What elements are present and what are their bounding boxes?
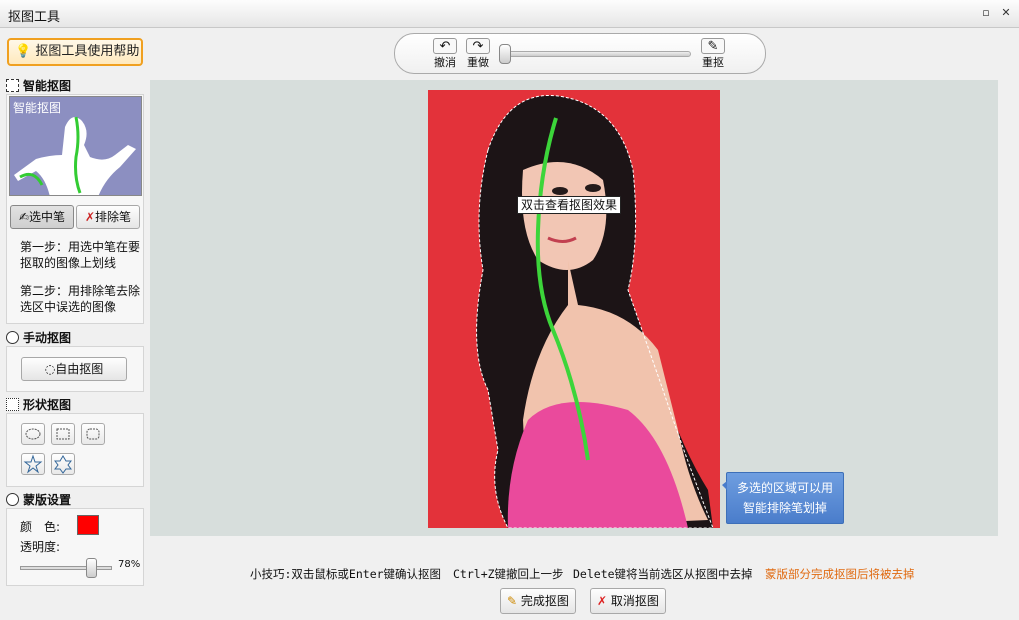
undo-label: 撤消 <box>434 56 456 69</box>
step-one-text: 第一步：用选中笔在要抠取的图像上划线 <box>20 240 141 270</box>
select-pen-label: 选中笔 <box>29 210 66 224</box>
left-sidebar: 💡 抠图工具使用帮助 智能抠图 智能抠图 ✍选中笔 ✗排除笔 第一步：用选中笔在… <box>6 34 146 586</box>
smart-cutout-thumbnail: 智能抠图 <box>9 96 142 196</box>
exclude-pen-button[interactable]: ✗排除笔 <box>76 205 140 229</box>
cancel-icon: ✗ <box>597 594 608 608</box>
free-cutout-button[interactable]: ◌自由抠图 <box>21 357 127 381</box>
smart-select-icon <box>6 79 19 92</box>
select-pen-button[interactable]: ✍选中笔 <box>10 205 74 229</box>
thumb-label: 智能抠图 <box>13 101 62 115</box>
history-toolbar: ↶ 撤消 ↷ 重做 ✎ 重抠 <box>394 33 766 74</box>
opacity-value: 78% <box>118 559 141 570</box>
history-slider-track[interactable] <box>503 51 691 57</box>
portrait-illustration <box>476 94 714 528</box>
opacity-label: 透明度: <box>20 540 61 554</box>
help-button-label: 抠图工具使用帮助 <box>35 44 140 59</box>
rounded-rect-shape-button[interactable] <box>81 423 105 445</box>
mask-color-swatch[interactable] <box>77 515 99 535</box>
cancel-cutout-button[interactable]: ✗ 取消抠图 <box>590 588 666 614</box>
undo-button[interactable]: ↶ 撤消 <box>431 38 459 74</box>
exclude-hint-callout: 多选的区域可以用 智能排除笔划掉 <box>722 472 844 524</box>
close-icon[interactable]: ✕ <box>998 5 1014 21</box>
undo-icon: ↶ <box>433 38 457 54</box>
pin-icon <box>6 331 19 344</box>
star-icon <box>23 454 43 474</box>
maximize-icon[interactable]: ▫ <box>978 5 994 21</box>
mask-color-label: 颜 色: <box>20 520 61 534</box>
exclude-pen-icon: ✗ <box>84 210 96 224</box>
window-title: 抠图工具 <box>8 10 61 25</box>
tip-mask: 蒙版部分完成抠图后将被去掉 <box>765 567 915 581</box>
double-click-tooltip: 双击查看抠图效果 <box>517 196 622 214</box>
manual-heading-text: 手动抠图 <box>23 331 72 345</box>
finish-icon: ✎ <box>507 594 518 608</box>
hexagram-shape-button[interactable] <box>51 453 75 475</box>
shape-cutout-heading: 形状抠图 <box>6 395 146 415</box>
history-slider-thumb[interactable] <box>499 44 511 64</box>
redo-icon: ↷ <box>466 38 490 54</box>
free-cutout-label: 自由抠图 <box>55 362 104 376</box>
ellipse-icon <box>25 428 41 440</box>
shape-select-icon <box>6 398 19 411</box>
step-two-text: 第二步：用排除笔去除选区中误选的图像 <box>20 284 141 314</box>
smart-cutout-heading: 智能抠图 <box>6 76 146 96</box>
star-shape-button[interactable] <box>21 453 45 475</box>
tip-confirm: 小技巧:双击鼠标或Enter键确认抠图 <box>250 567 442 581</box>
finish-cutout-button[interactable]: ✎ 完成抠图 <box>500 588 576 614</box>
smart-heading-text: 智能抠图 <box>23 79 72 93</box>
opacity-slider-track[interactable] <box>20 566 112 570</box>
tip-undo: Ctrl+Z键撤回上一步 <box>453 567 564 581</box>
pen-icon: ✎ <box>701 38 725 54</box>
exclude-pen-label: 排除笔 <box>95 210 132 224</box>
mask-circle-icon <box>6 493 19 506</box>
lightbulb-icon: 💡 <box>15 44 32 59</box>
hint-line-1: 多选的区域可以用 <box>736 481 833 495</box>
photo-image[interactable] <box>428 90 720 528</box>
hint-line-2: 智能排除笔划掉 <box>742 501 827 515</box>
redo-label: 重做 <box>467 56 489 69</box>
tip-delete: Delete键将当前选区从抠图中去掉 <box>573 567 753 581</box>
mask-heading-text: 蒙版设置 <box>23 493 72 507</box>
hexagram-icon <box>54 455 72 474</box>
cancel-label: 取消抠图 <box>610 594 659 608</box>
shape-heading-text: 形状抠图 <box>23 398 72 412</box>
redraw-label: 重抠 <box>702 56 724 69</box>
rectangle-icon <box>56 428 70 440</box>
redo-button[interactable]: ↷ 重做 <box>464 38 492 74</box>
rounded-rectangle-icon <box>86 428 100 440</box>
help-button[interactable]: 💡 抠图工具使用帮助 <box>7 38 143 66</box>
select-pen-icon: ✍ <box>18 210 30 224</box>
mask-settings-heading: 蒙版设置 <box>6 490 146 510</box>
title-bar: 抠图工具 ▫ ✕ <box>0 0 1019 28</box>
rectangle-shape-button[interactable] <box>51 423 75 445</box>
finish-label: 完成抠图 <box>520 594 569 608</box>
redraw-button[interactable]: ✎ 重抠 <box>699 38 727 74</box>
opacity-slider-thumb[interactable] <box>86 558 98 578</box>
manual-cutout-heading: 手动抠图 <box>6 328 146 348</box>
lasso-icon: ◌ <box>44 362 56 376</box>
editing-canvas[interactable]: 双击查看抠图效果 多选的区域可以用 智能排除笔划掉 <box>150 80 998 536</box>
ellipse-shape-button[interactable] <box>21 423 45 445</box>
